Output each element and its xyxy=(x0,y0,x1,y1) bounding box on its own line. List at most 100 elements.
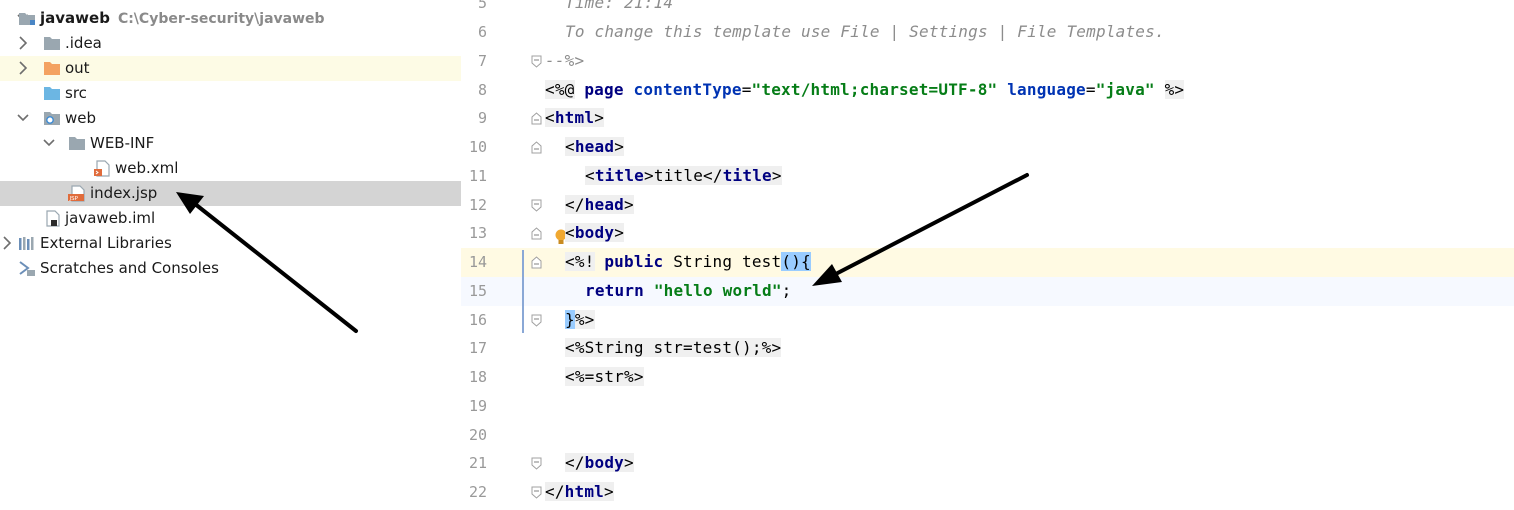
code-line[interactable]: 16 }%> xyxy=(461,306,1514,335)
fold-start-icon[interactable] xyxy=(531,256,542,269)
code-line[interactable]: 13 <body> xyxy=(461,219,1514,248)
code-line[interactable]: 9 <html> xyxy=(461,104,1514,133)
chevron-down-icon[interactable] xyxy=(16,109,30,127)
code-line[interactable]: 20 xyxy=(461,421,1514,450)
tag-bracket: < xyxy=(565,223,575,242)
attr-name: language xyxy=(1007,80,1086,99)
code-line[interactable]: 7 --%> xyxy=(461,47,1514,76)
fold-end-icon[interactable] xyxy=(531,314,542,327)
web-folder-icon xyxy=(44,112,60,125)
fold-start-icon[interactable] xyxy=(531,112,542,125)
code-line[interactable]: 8 <%@ page contentType="text/html;charse… xyxy=(461,76,1514,105)
code-line[interactable]: 21 </body> xyxy=(461,449,1514,478)
jsp-file-icon: JSP xyxy=(68,185,85,202)
matched-brace: } xyxy=(565,310,575,329)
line-number: 11 xyxy=(468,167,487,185)
tag-bracket: > xyxy=(644,166,654,185)
tree-label-scratches: Scratches and Consoles xyxy=(40,259,219,277)
chevron-right-icon[interactable] xyxy=(16,34,30,52)
tree-row-external-libraries[interactable]: External Libraries xyxy=(0,231,461,256)
line-number: 9 xyxy=(477,109,487,127)
code-line-current[interactable]: 14 <%! public String test(){ xyxy=(461,248,1514,277)
tree-label-external-libraries: External Libraries xyxy=(40,234,172,252)
keyword: return xyxy=(585,281,644,300)
comment-text: To change this template use File | Setti… xyxy=(565,22,1165,41)
tree-row-index-jsp[interactable]: JSP index.jsp xyxy=(0,181,461,206)
tag-bracket: </ xyxy=(565,453,585,472)
code-line[interactable]: 11 <title>title</title> xyxy=(461,162,1514,191)
tree-row-web-inf[interactable]: WEB-INF xyxy=(0,131,461,156)
fold-end-icon[interactable] xyxy=(531,199,542,212)
tree-row-javaweb-iml[interactable]: javaweb.iml xyxy=(0,206,461,231)
attr-value: "java" xyxy=(1095,80,1155,99)
code-line[interactable]: 17 <%String str=test();%> xyxy=(461,334,1514,363)
chevron-down-icon[interactable] xyxy=(42,134,56,152)
folder-icon xyxy=(44,37,60,50)
code-editor[interactable]: 5 Time: 21:14 6 To change this template … xyxy=(461,0,1514,510)
code-line[interactable]: 18 <%=str%> xyxy=(461,363,1514,392)
libraries-icon xyxy=(19,237,34,250)
tree-row-scratches[interactable]: Scratches and Consoles xyxy=(0,256,461,281)
line-number: 13 xyxy=(468,224,487,242)
code-line[interactable]: 19 xyxy=(461,392,1514,421)
equals: = xyxy=(741,80,752,99)
tag-bracket: > xyxy=(624,195,634,214)
scriptlet-code: String str=test(); xyxy=(584,338,762,357)
method-signature: String test xyxy=(673,252,782,271)
tag-bracket: > xyxy=(594,108,605,127)
tag-name: body xyxy=(574,223,615,242)
code-line[interactable]: 12 </head> xyxy=(461,191,1514,220)
jsp-declaration-open: <%! xyxy=(565,252,595,271)
fold-start-icon[interactable] xyxy=(531,141,542,154)
fold-end-icon[interactable] xyxy=(531,486,542,499)
chevron-right-icon[interactable] xyxy=(16,59,30,77)
chevron-right-icon[interactable] xyxy=(0,234,14,252)
line-number: 6 xyxy=(477,23,487,41)
tag-name: head xyxy=(584,195,625,214)
tree-row-out[interactable]: out xyxy=(0,56,461,81)
tag-bracket: < xyxy=(585,166,595,185)
tag-name: head xyxy=(574,137,615,156)
jsp-expression-open: <%= xyxy=(565,367,595,386)
fold-end-icon[interactable] xyxy=(531,457,542,470)
tree-label-idea: .idea xyxy=(65,34,102,52)
line-number: 8 xyxy=(477,81,487,99)
code-line[interactable]: 22 </html> xyxy=(461,478,1514,507)
tree-row-src[interactable]: src xyxy=(0,81,461,106)
source-folder-icon xyxy=(44,87,60,100)
tree-row-web[interactable]: web xyxy=(0,106,461,131)
line-number: 20 xyxy=(468,426,487,444)
tree-row-idea[interactable]: .idea xyxy=(0,31,461,56)
equals: = xyxy=(1085,80,1096,99)
tree-row-javaweb[interactable]: javaweb C:\Cyber-security\javaweb xyxy=(0,6,461,31)
jsp-scriptlet-open: <% xyxy=(565,338,585,357)
tag-name: body xyxy=(584,453,625,472)
code-line[interactable]: 15 return "hello world"; xyxy=(461,277,1514,306)
jsp-close: %> xyxy=(761,338,782,357)
jsp-directive-open: <%@ xyxy=(545,80,575,99)
expression-code: str xyxy=(594,367,624,386)
line-number: 12 xyxy=(468,196,487,214)
directive-name: page xyxy=(584,80,624,99)
jsp-close: %> xyxy=(1164,80,1185,99)
tag-name: title xyxy=(722,166,772,185)
tag-name: title xyxy=(594,166,645,185)
keyword: public xyxy=(604,252,664,271)
tree-label-web-xml: web.xml xyxy=(115,159,179,177)
jsp-close: %> xyxy=(574,310,595,329)
line-number: 22 xyxy=(468,483,487,501)
tag-bracket: > xyxy=(771,166,782,185)
code-line[interactable]: 5 Time: 21:14 xyxy=(461,0,1514,18)
tree-row-web-xml[interactable]: web.xml xyxy=(0,156,461,181)
folder-icon xyxy=(69,137,85,150)
code-line[interactable]: 6 To change this template use File | Set… xyxy=(461,18,1514,47)
line-number: 15 xyxy=(468,282,487,300)
title-text: title xyxy=(653,166,704,185)
fold-end-icon[interactable] xyxy=(531,55,542,68)
tree-label-out: out xyxy=(65,59,90,77)
tag-bracket: </ xyxy=(703,166,723,185)
vcs-change-marker[interactable] xyxy=(522,250,524,333)
scratches-icon xyxy=(19,261,35,276)
fold-start-icon[interactable] xyxy=(531,227,542,240)
code-line[interactable]: 10 <head> xyxy=(461,133,1514,162)
